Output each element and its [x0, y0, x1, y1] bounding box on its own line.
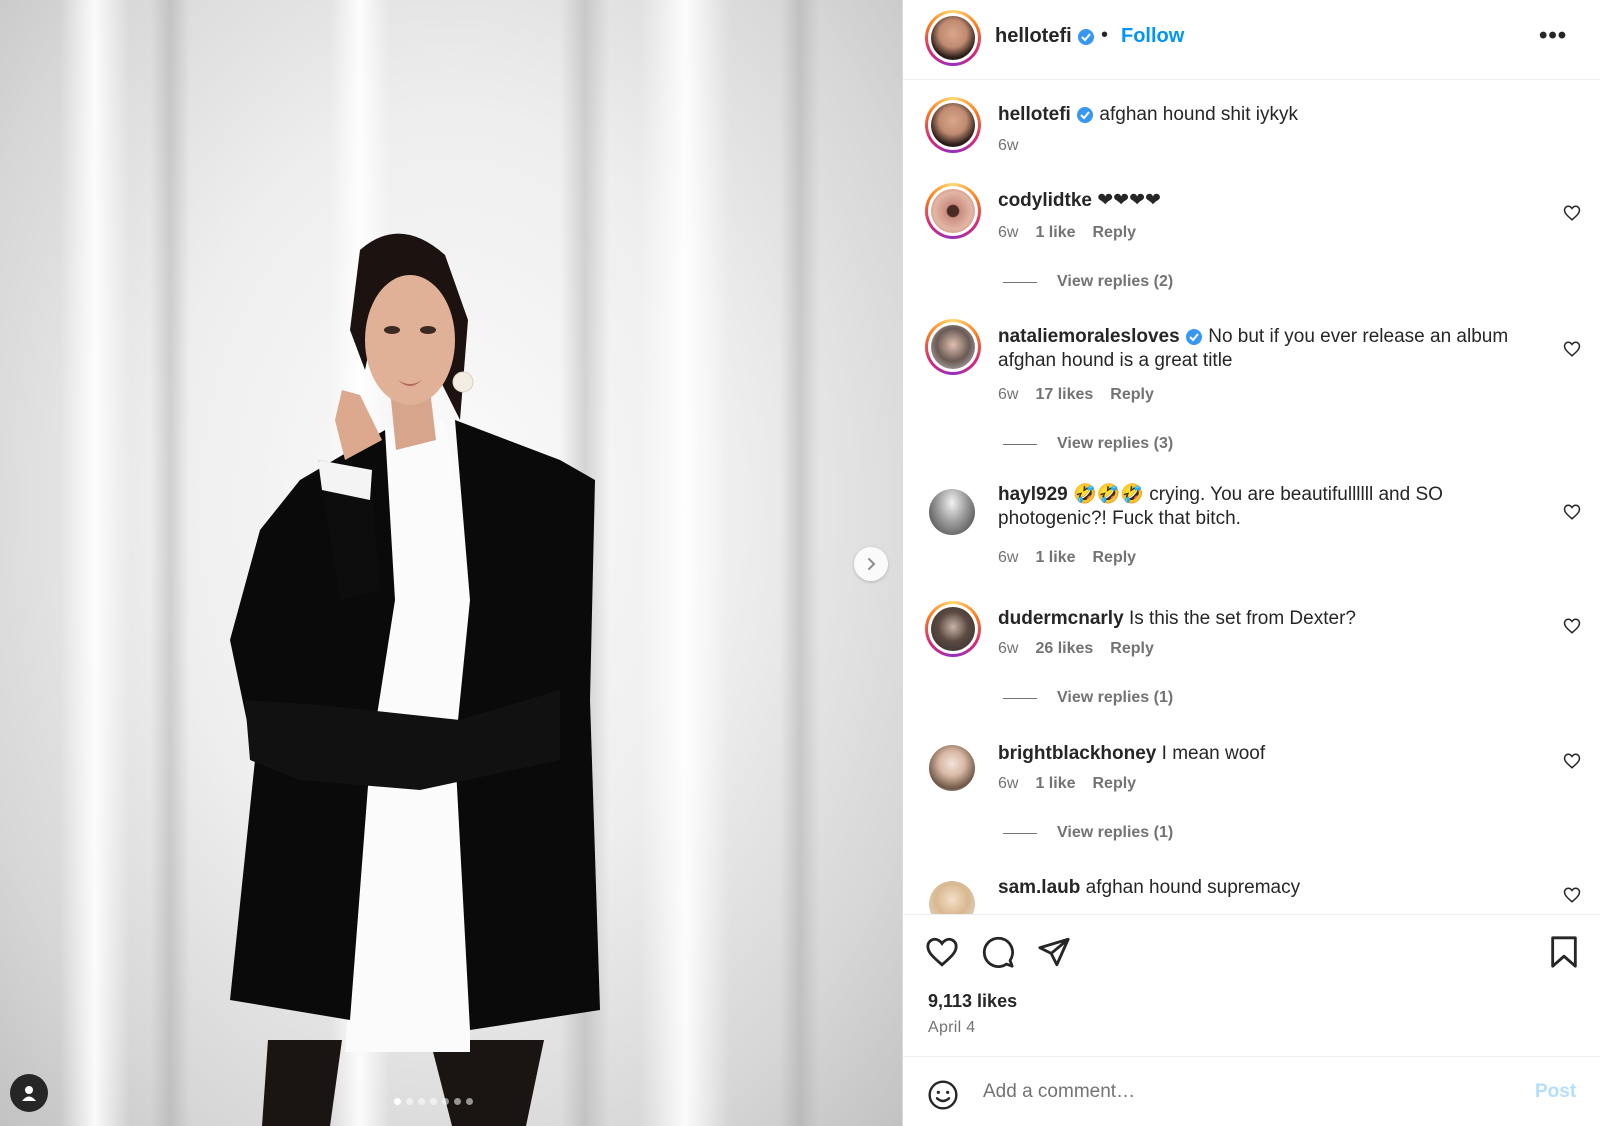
- comment-icon[interactable]: [981, 935, 1015, 969]
- caption-time[interactable]: 6w: [998, 137, 1018, 155]
- carousel-dot: [454, 1098, 461, 1105]
- comment-like-icon[interactable]: [1563, 503, 1581, 521]
- comment-avatar[interactable]: [929, 745, 975, 791]
- caption-avatar[interactable]: [925, 97, 981, 153]
- carousel-dot: [406, 1098, 413, 1105]
- reply-button[interactable]: Reply: [1092, 224, 1136, 242]
- comment-avatar[interactable]: [929, 881, 975, 914]
- comment-like-icon[interactable]: [1563, 752, 1581, 770]
- comment-text: nataliemoralesloves No but if you ever r…: [998, 326, 1509, 371]
- emoji-icon[interactable]: [927, 1079, 959, 1111]
- comment-username[interactable]: brightblackhoney: [998, 743, 1156, 764]
- view-replies-button[interactable]: View replies (2): [1003, 273, 1173, 291]
- caption-text: afghan hound shit iykyk: [1099, 104, 1298, 125]
- comment-like-icon[interactable]: [1563, 886, 1581, 904]
- comment-like-icon[interactable]: [1563, 340, 1581, 358]
- carousel-dot: [466, 1098, 473, 1105]
- next-slide-button[interactable]: [854, 547, 888, 581]
- post-panel: hellotefi • Follow ••• hellotefi afghan …: [902, 0, 1600, 1126]
- leg-left: [262, 1040, 342, 1126]
- like-icon[interactable]: [925, 935, 959, 969]
- verified-badge-icon: [1078, 28, 1095, 45]
- likes-count[interactable]: 9,113 likes: [928, 991, 1017, 1012]
- comment-text: dudermcnarly Is this the set from Dexter…: [998, 608, 1356, 629]
- header-username[interactable]: hellotefi: [995, 25, 1095, 48]
- earring: [452, 371, 474, 393]
- reply-button[interactable]: Reply: [1110, 386, 1154, 404]
- caption-username[interactable]: hellotefi: [998, 104, 1071, 125]
- header-separator: •: [1101, 24, 1109, 46]
- post-media: [0, 0, 902, 1126]
- comment-like-icon[interactable]: [1563, 204, 1581, 222]
- comment-meta: 6w 26 likes Reply: [998, 640, 1154, 658]
- reply-button[interactable]: Reply: [1110, 640, 1154, 658]
- comment-like-icon[interactable]: [1563, 617, 1581, 635]
- follow-button[interactable]: Follow: [1121, 25, 1184, 48]
- save-bookmark-icon[interactable]: [1549, 935, 1579, 969]
- user-icon: [22, 1086, 36, 1101]
- share-icon[interactable]: [1037, 935, 1071, 969]
- chevron-right-icon: [868, 558, 876, 570]
- carousel-indicator: [394, 1098, 473, 1105]
- carousel-dot: [442, 1098, 449, 1105]
- carousel-dot: [430, 1098, 437, 1105]
- caption-meta: 6w: [998, 137, 1018, 155]
- comment-username[interactable]: hayl929: [998, 484, 1068, 505]
- more-options-button[interactable]: •••: [1539, 22, 1567, 50]
- reply-button[interactable]: Reply: [1092, 775, 1136, 793]
- comment-avatar[interactable]: [925, 319, 981, 375]
- reply-button[interactable]: Reply: [1092, 549, 1136, 567]
- tagged-users-button[interactable]: [10, 1074, 48, 1112]
- comment-avatar[interactable]: [925, 183, 981, 239]
- comment-username[interactable]: sam.laub: [998, 877, 1080, 898]
- comment-text: brightblackhoney I mean woof: [998, 743, 1266, 764]
- comment-text: sam.laub afghan hound supremacy: [998, 877, 1301, 898]
- comment-meta: 6w 17 likes Reply: [998, 386, 1154, 404]
- comment-avatar[interactable]: [925, 601, 981, 657]
- comment-input[interactable]: [983, 1075, 1503, 1109]
- view-replies-button[interactable]: View replies (1): [1003, 824, 1173, 842]
- view-replies-button[interactable]: View replies (1): [1003, 689, 1173, 707]
- carousel-dot: [418, 1098, 425, 1105]
- leg-right: [430, 1040, 544, 1126]
- comment-avatar[interactable]: [929, 489, 975, 535]
- add-comment-bar: Post: [903, 1056, 1600, 1126]
- comment-text: hayl929 🤣🤣🤣 crying. You are beautifullll…: [998, 484, 1443, 529]
- comment-username[interactable]: codylidtke: [998, 190, 1092, 211]
- post-actions: 9,113 likes April 4: [903, 914, 1600, 1056]
- comment-username[interactable]: dudermcnarly: [998, 608, 1124, 629]
- verified-badge-icon: [1185, 328, 1202, 345]
- post-comment-button[interactable]: Post: [1535, 1081, 1576, 1103]
- comment-meta: 6w 1 like Reply: [998, 549, 1137, 567]
- header-avatar[interactable]: [925, 10, 981, 66]
- caption: hellotefi afghan hound shit iykyk: [998, 103, 1558, 127]
- verified-badge-icon: [1077, 106, 1094, 123]
- post-date: April 4: [928, 1019, 976, 1036]
- comments-list: hellotefi afghan hound shit iykyk 6w cod…: [903, 81, 1600, 914]
- comment-meta: 6w 1 like Reply: [998, 224, 1137, 242]
- comment-text: codylidtke ❤❤❤❤: [998, 190, 1161, 211]
- person-photo: [230, 233, 600, 1126]
- post-header: hellotefi • Follow •••: [903, 0, 1600, 80]
- carousel-dot: [394, 1098, 401, 1105]
- comment-meta: 6w 1 like Reply: [998, 775, 1137, 793]
- comment-username[interactable]: nataliemoralesloves: [998, 326, 1180, 347]
- view-replies-button[interactable]: View replies (3): [1003, 435, 1173, 453]
